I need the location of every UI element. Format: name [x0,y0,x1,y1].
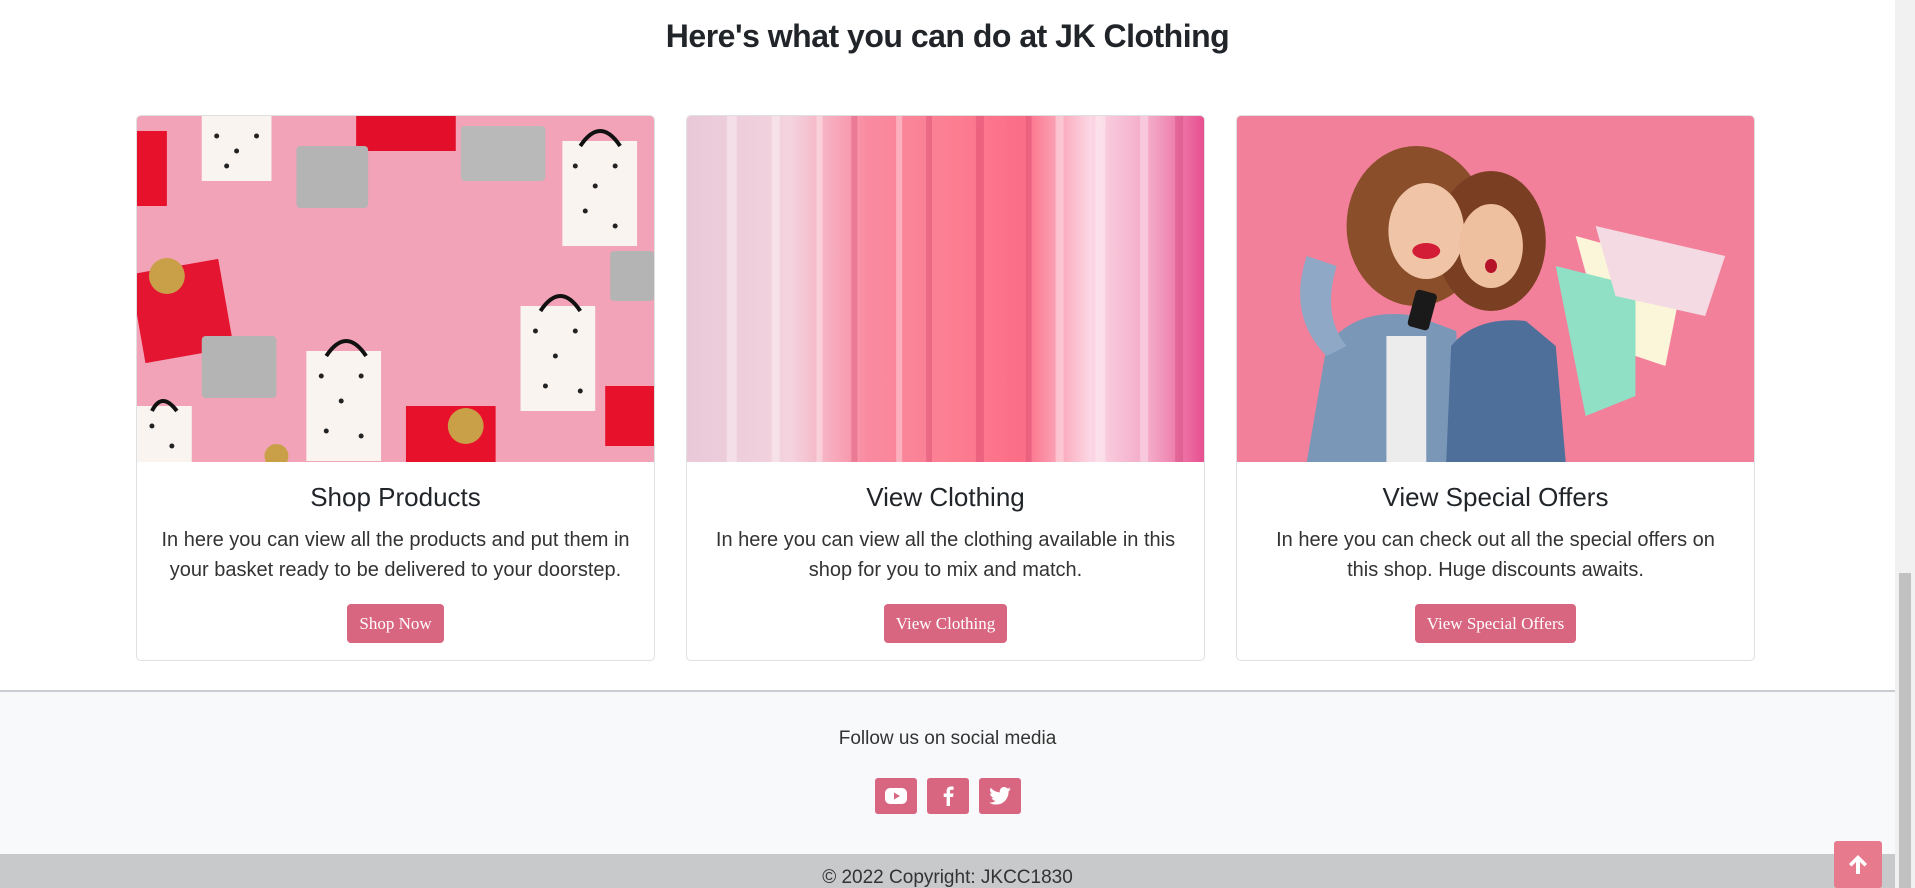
scrollbar-thumb[interactable] [1899,573,1911,888]
shop-now-button[interactable]: Shop Now [347,604,444,643]
view-special-offers-button[interactable]: View Special Offers [1414,604,1577,643]
card-view-clothing: View Clothing In here you can view all t… [686,115,1205,661]
page: Here's what you can do at JK Clothing Sh… [0,0,1895,888]
scrollbar[interactable] [1895,0,1915,888]
follow-us-text: Follow us on social media [838,728,1057,749]
arrow-up-icon [1849,855,1867,874]
section-title: Here's what you can do at JK Clothing [665,18,1230,54]
card-description: In here you can view all the products an… [161,529,630,581]
gift-bags-image [137,116,654,462]
footer: Follow us on social media © 2022 Copyrig… [0,690,1895,888]
back-to-top-button[interactable] [1834,841,1882,888]
card-title: Shop Products [310,482,481,512]
card-view-special-offers: View Special Offers In here you can chec… [1236,115,1755,661]
facebook-icon[interactable] [926,778,969,814]
youtube-icon[interactable] [874,778,917,814]
card-shop-products: Shop Products In here you can view all t… [136,115,655,661]
copyright-bar: © 2022 Copyright: JKCC1830 [0,854,1895,888]
card-title: View Special Offers [1382,482,1609,512]
social-links [0,778,1895,814]
card-title: View Clothing [866,482,1025,512]
card-description: In here you can check out all the specia… [1276,529,1715,581]
copyright-text: © 2022 Copyright: JKCC1830 [822,867,1073,888]
twitter-icon[interactable] [978,778,1021,814]
clothing-rack-image [687,116,1204,462]
shopping-friends-image [1237,116,1754,462]
view-clothing-button[interactable]: View Clothing [883,604,1008,643]
card-description: In here you can view all the clothing av… [715,529,1176,581]
